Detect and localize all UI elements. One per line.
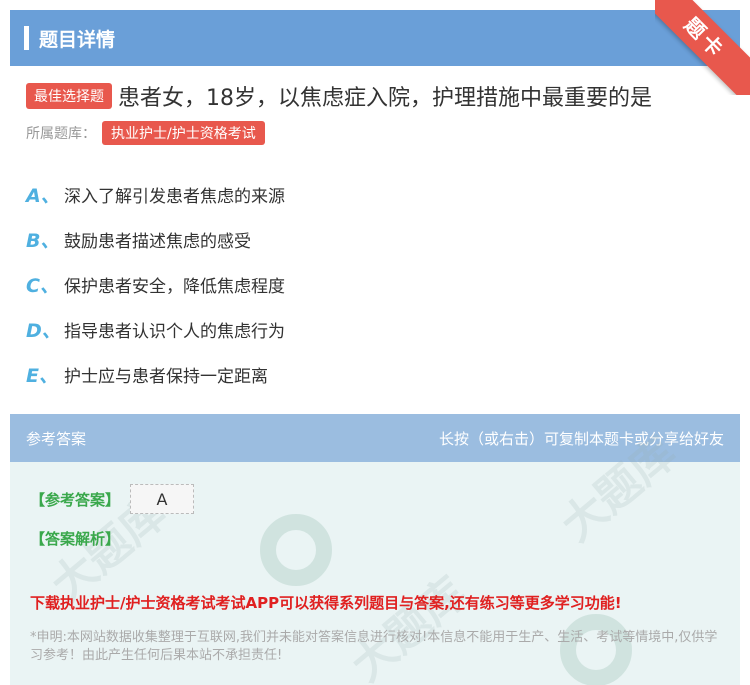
option-text: 深入了解引发患者焦虑的来源 <box>64 187 285 207</box>
disclaimer-text: *申明:本网站数据收集整理于互联网,我们并未能对答案信息进行核对!本信息不能用于… <box>30 630 718 663</box>
options-list: A、 深入了解引发患者焦虑的来源 B、 鼓励患者描述焦虑的感受 C、 保护患者安… <box>26 172 285 397</box>
option-e[interactable]: E、 护士应与患者保持一定距离 <box>26 352 285 397</box>
page-header: 题目详情 <box>10 10 740 66</box>
question-bank-row: 所属题库： 执业护士/护士资格考试 <box>26 121 265 145</box>
option-c[interactable]: C、 保护患者安全，降低焦虑程度 <box>26 262 285 307</box>
header-accent-bar <box>24 26 29 50</box>
bank-tag[interactable]: 执业护士/护士资格考试 <box>102 121 265 145</box>
answer-header: 参考答案 长按（或右击）可复制本题卡或分享给好友 <box>10 414 740 462</box>
option-a[interactable]: A、 深入了解引发患者焦虑的来源 <box>26 172 285 217</box>
option-d[interactable]: D、 指导患者认识个人的焦虑行为 <box>26 307 285 352</box>
option-text: 保护患者安全，降低焦虑程度 <box>64 277 285 297</box>
option-b[interactable]: B、 鼓励患者描述焦虑的感受 <box>26 217 285 262</box>
answer-key-value: A <box>156 489 168 509</box>
watermark-text: 大题库 <box>341 567 476 685</box>
answer-key-image: A <box>130 484 195 514</box>
option-letter: D、 <box>26 320 61 342</box>
question-type-badge: 最佳选择题 <box>26 83 112 109</box>
option-letter: C、 <box>26 275 59 297</box>
option-letter: E、 <box>26 365 58 387</box>
app-download-promo[interactable]: 下载执业护士/护士资格考试考试APP可以获得系列题目与答案,还有练习等更多学习功… <box>30 592 622 613</box>
answer-title: 参考答案 <box>26 429 87 448</box>
page-title: 题目详情 <box>39 28 116 51</box>
option-letter: A、 <box>26 185 60 207</box>
option-text: 指导患者认识个人的焦虑行为 <box>64 322 285 342</box>
analysis-row: 【答案解析】 <box>30 528 120 549</box>
answer-panel: 参考答案 长按（或右击）可复制本题卡或分享给好友 大题库 大题库 大题库 【参考… <box>10 414 740 685</box>
question-text: 患者女，18岁，以焦虑症入院，护理措施中最重要的是 <box>118 86 652 111</box>
analysis-label: 【答案解析】 <box>30 530 121 548</box>
share-hint: 长按（或右击）可复制本题卡或分享给好友 <box>438 429 724 448</box>
option-letter: B、 <box>26 230 60 252</box>
option-text: 护士应与患者保持一定距离 <box>64 367 268 387</box>
answer-key-row: 【参考答案】 A <box>30 484 195 514</box>
watermark-logo <box>260 514 332 586</box>
question-row: 最佳选择题 患者女，18岁，以焦虑症入院，护理措施中最重要的是 <box>26 80 736 112</box>
option-text: 鼓励患者描述焦虑的感受 <box>64 232 251 252</box>
bank-label: 所属题库： <box>26 126 96 142</box>
answer-key-label: 【参考答案】 <box>30 490 121 509</box>
